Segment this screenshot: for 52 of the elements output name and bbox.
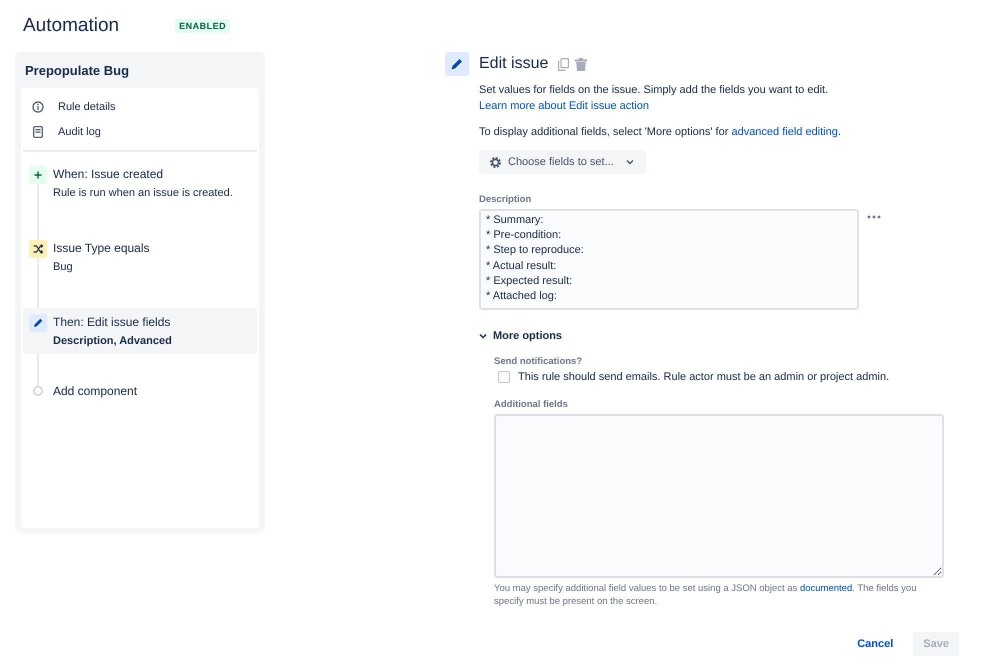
description-line: * Step to reproduce: <box>486 243 585 258</box>
sidebar-item[interactable]: Rule details <box>23 94 257 119</box>
step-title: When: Issue created <box>53 166 164 183</box>
intro-text: Set values for fields on the issue. Simply add the fields you want to edit. Learn more about Edit issue action <box>479 83 830 114</box>
step-detail: Rule is run when an issue is created. <box>53 186 233 201</box>
step-detail: Description, Advanced <box>53 334 172 349</box>
documented-link[interactable]: documented <box>800 583 852 594</box>
circle-icon <box>33 386 43 396</box>
more-options-toggle[interactable]: More options <box>479 330 562 342</box>
copy-icon[interactable] <box>558 58 570 70</box>
info-icon <box>32 100 44 112</box>
checkbox-label: This rule should send emails. Rule actor must be an admin or project admin. <box>518 371 890 384</box>
hint-text: To display additional fields, select 'More options' for advanced field editing. <box>479 125 842 140</box>
pencil-icon <box>445 52 469 76</box>
chevron-down-icon <box>626 159 634 165</box>
gear-icon <box>489 156 502 168</box>
description-line: * Actual result: <box>486 258 558 274</box>
checkbox[interactable] <box>498 371 510 384</box>
add-component-item[interactable]: Add component <box>23 382 257 405</box>
step-title: Add component <box>53 383 138 400</box>
help-text: You may specify additional field values to be set using a JSON object as documented. The fields you specify must be present on the screen. <box>494 582 918 608</box>
description-field[interactable]: * Summary: * Pre-condition: * Step to reproduce: * Actual result: * Expected result: * Attached log: <box>479 209 859 310</box>
additional-fields-input[interactable] <box>494 414 944 578</box>
document-icon <box>33 126 43 138</box>
rule-step[interactable]: Then: Edit issue fields Description, Advanced <box>23 308 257 354</box>
shuffle-icon <box>29 240 47 258</box>
page-title: Automation <box>23 15 120 37</box>
advanced-editing-link[interactable]: advanced field editing <box>731 126 838 138</box>
field-label: Additional fields <box>494 399 569 410</box>
more-icon[interactable] <box>867 215 881 219</box>
field-label: Description <box>479 194 532 205</box>
step-title: Issue Type equals <box>53 240 150 257</box>
description-line: * Expected result: <box>486 274 574 289</box>
step-title: Then: Edit issue fields <box>53 314 172 331</box>
choose-fields-button[interactable]: Choose fields to set... <box>479 150 646 174</box>
cancel-button[interactable]: Cancel <box>847 632 904 656</box>
plus-icon <box>29 166 47 184</box>
chevron-down-icon <box>479 333 487 340</box>
panel-title: Edit issue <box>479 55 548 73</box>
learn-more-link[interactable]: Learn more about Edit issue action <box>479 100 649 112</box>
pencil-icon <box>29 314 47 332</box>
trash-icon[interactable] <box>575 58 588 70</box>
description-line: * Pre-condition: <box>486 228 562 244</box>
rule-step[interactable]: When: Issue created Rule is run when an issue is created. <box>23 160 257 206</box>
rule-step[interactable]: Issue Type equals Bug <box>23 234 257 280</box>
description-line: * Summary: <box>486 213 544 228</box>
sidebar-item[interactable]: Audit log <box>23 119 257 144</box>
description-line: * Attached log: <box>486 289 558 304</box>
step-detail: Bug <box>53 260 74 275</box>
rule-title: Prepopulate Bug <box>24 62 130 80</box>
field-label: Send notifications? <box>494 356 584 368</box>
status-lozenge: ENABLED <box>175 19 230 33</box>
